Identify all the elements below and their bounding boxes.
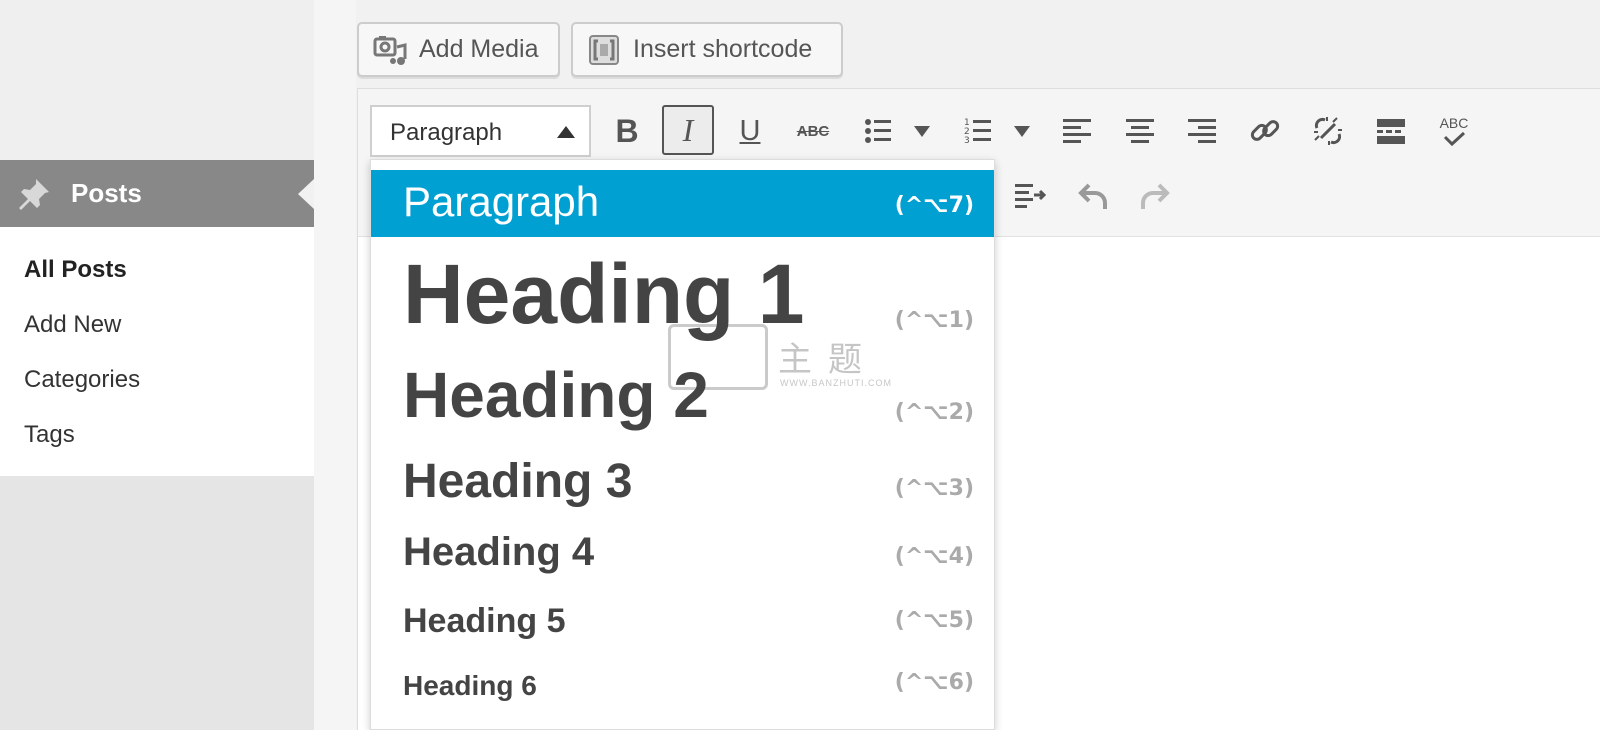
svg-text:3: 3 — [964, 136, 970, 146]
remove-link-button[interactable] — [1302, 106, 1354, 156]
bold-button[interactable]: B — [601, 106, 653, 156]
sidebar-menu-posts[interactable]: Posts — [0, 160, 314, 227]
insert-link-button[interactable] — [1239, 106, 1291, 156]
check-icon — [1443, 131, 1465, 147]
align-center-button[interactable] — [1114, 106, 1166, 156]
watermark: 主题 WWW.BANZHUTI.COM — [668, 324, 898, 394]
insert-shortcode-button[interactable]: Insert shortcode — [571, 22, 843, 77]
unlink-icon — [1314, 117, 1342, 145]
italic-button[interactable]: I — [662, 105, 714, 155]
spellcheck-button[interactable]: ABC — [1428, 106, 1480, 156]
underline-button[interactable]: U — [724, 106, 776, 156]
format-option-shortcut: (^⌥1) — [894, 308, 974, 333]
align-right-button[interactable] — [1176, 106, 1228, 156]
format-option-label: Heading 5 — [403, 602, 566, 640]
read-more-icon — [1377, 119, 1405, 144]
align-center-icon — [1126, 119, 1154, 143]
add-media-label: Add Media — [419, 35, 539, 63]
add-media-icon — [373, 35, 407, 65]
bullet-list-button[interactable] — [852, 106, 904, 156]
active-menu-arrow — [298, 179, 314, 209]
format-option-label: Heading 4 — [403, 530, 595, 574]
spellcheck-icon: ABC — [1439, 115, 1469, 147]
numbered-list-dropdown-icon[interactable] — [1014, 126, 1030, 137]
format-option-shortcut: (^⌥4) — [894, 544, 974, 569]
submenu-add-new[interactable]: Add New — [24, 311, 121, 339]
format-option-label: Paragraph — [403, 178, 600, 225]
align-left-button[interactable] — [1051, 106, 1103, 156]
format-option-paragraph[interactable]: Paragraph (^⌥7) — [371, 170, 994, 237]
indent-button[interactable] — [1004, 171, 1056, 221]
redo-icon — [1141, 183, 1170, 209]
submenu-all-posts[interactable]: All Posts — [24, 256, 127, 284]
shortcode-icon — [589, 34, 619, 65]
undo-icon — [1078, 183, 1107, 209]
format-option-heading-3[interactable]: Heading 3 (^⌥3) — [371, 444, 994, 514]
numbered-list-icon: 1 2 3 — [964, 118, 991, 146]
bullet-list-dropdown-icon[interactable] — [914, 126, 930, 137]
format-option-shortcut: (^⌥7) — [894, 193, 974, 218]
format-option-shortcut: (^⌥5) — [894, 608, 974, 633]
submenu-categories[interactable]: Categories — [24, 366, 140, 394]
undo-button[interactable] — [1068, 171, 1120, 221]
format-option-label: Heading 3 — [403, 455, 633, 508]
watermark-url: WWW.BANZHUTI.COM — [780, 378, 892, 388]
submenu-tags[interactable]: Tags — [24, 421, 75, 449]
italic-icon: I — [682, 111, 694, 148]
add-media-button[interactable]: Add Media — [357, 22, 560, 77]
link-icon — [1250, 120, 1280, 141]
sidebar-menu-posts-label: Posts — [71, 178, 142, 208]
spellcheck-label: ABC — [1439, 115, 1469, 131]
indent-icon — [1015, 184, 1046, 208]
format-option-label: Heading 2 — [403, 359, 709, 431]
pushpin-icon — [19, 179, 49, 210]
watermark-chars: 主题 — [778, 340, 878, 380]
format-select-value: Paragraph — [390, 119, 503, 146]
read-more-button[interactable] — [1365, 106, 1417, 156]
sidebar-top-area — [0, 0, 314, 160]
format-option-heading-5[interactable]: Heading 5 (^⌥5) — [371, 592, 994, 652]
numbered-list-button[interactable]: 1 2 3 — [952, 106, 1004, 156]
format-select[interactable]: Paragraph — [370, 105, 591, 157]
admin-sidebar: Posts All Posts Add New Categories Tags — [0, 0, 314, 730]
insert-shortcode-label: Insert shortcode — [633, 35, 813, 63]
bullet-list-icon — [865, 119, 891, 143]
caret-up-icon — [557, 126, 575, 138]
format-option-heading-4[interactable]: Heading 4 (^⌥4) — [371, 520, 994, 584]
format-option-shortcut: (^⌥3) — [894, 476, 974, 501]
bold-icon: B — [615, 112, 639, 149]
align-right-icon — [1188, 119, 1216, 143]
format-option-label: Heading 6 — [403, 670, 537, 701]
format-dropdown-menu: Paragraph (^⌥7) Heading 1 (^⌥1) Heading … — [370, 159, 995, 730]
content-gutter — [314, 0, 356, 730]
align-left-icon — [1063, 119, 1091, 143]
format-option-shortcut: (^⌥6) — [894, 670, 974, 695]
redo-button[interactable] — [1128, 171, 1180, 221]
strikethrough-icon: ABC — [796, 122, 830, 140]
format-option-heading-6[interactable]: Heading 6 (^⌥6) — [371, 658, 994, 718]
underline-icon: U — [739, 114, 761, 147]
watermark-seal — [668, 324, 768, 390]
posts-submenu: All Posts Add New Categories Tags — [0, 227, 314, 476]
format-option-shortcut: (^⌥2) — [894, 400, 974, 425]
strikethrough-button[interactable]: ABC — [787, 106, 839, 156]
